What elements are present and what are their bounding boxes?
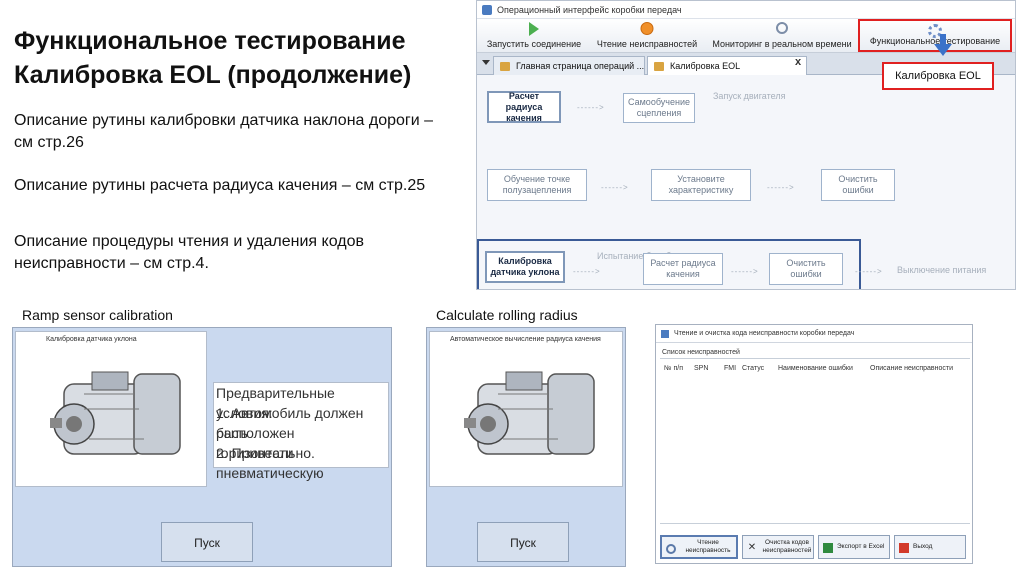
read-faults-action-label: Чтение неисправность bbox=[685, 539, 731, 554]
preconditions-line4: 2. Привести bbox=[216, 445, 294, 461]
radius-caption: Calculate rolling radius bbox=[436, 307, 578, 323]
tab-main-label: Главная страница операций ... bbox=[516, 61, 645, 71]
ramp-panel: Калибровка датчика уклона Предварительны… bbox=[12, 327, 392, 567]
document-icon bbox=[500, 62, 510, 71]
export-excel-button[interactable]: Экспорт в Excel bbox=[818, 535, 890, 559]
fault-title-bar: Чтение и очистка кода неисправности коро… bbox=[656, 325, 972, 343]
exit-icon bbox=[899, 543, 909, 553]
connect-button[interactable]: Запустить соединение bbox=[481, 19, 587, 53]
flow-ramp-calibration[interactable]: Калибровка датчика уклона bbox=[485, 251, 565, 283]
play-icon bbox=[529, 22, 539, 36]
exit-button[interactable]: Выход bbox=[894, 535, 966, 559]
close-tab-icon[interactable]: x bbox=[795, 56, 801, 68]
transmission-image bbox=[50, 371, 181, 455]
tab-main-page[interactable]: Главная страница операций ... bbox=[493, 56, 645, 75]
clear-icon: ✕ bbox=[747, 542, 757, 553]
transmission-image bbox=[464, 371, 595, 455]
stop-icon bbox=[640, 22, 654, 35]
fault-list-label: Список неисправностей bbox=[662, 349, 740, 356]
window-title-bar: Операционный интерфейс коробки передач bbox=[477, 1, 1015, 19]
eol-callout: Калибровка EOL bbox=[882, 62, 994, 90]
column-spn: SPN bbox=[694, 365, 709, 372]
ramp-caption: Ramp sensor calibration bbox=[22, 307, 173, 323]
flow-arrow: ------> bbox=[731, 267, 759, 276]
document-icon bbox=[654, 62, 664, 71]
column-number: № п/п bbox=[664, 365, 683, 372]
flow-rolling-radius-2[interactable]: Расчет радиуса качения bbox=[643, 253, 723, 285]
flow-engine-start: Запуск двигателя bbox=[713, 91, 786, 101]
flow-rolling-radius[interactable]: Расчет радиуса качения bbox=[487, 91, 561, 123]
ramp-subwindow: Калибровка датчика уклона bbox=[15, 331, 207, 487]
ramp-start-button[interactable]: Пуск bbox=[161, 522, 253, 562]
flow-arrow: ------> bbox=[855, 267, 883, 276]
magnifier-icon bbox=[666, 544, 676, 554]
clear-codes-button[interactable]: ✕ Очистка кодов неисправностей bbox=[742, 535, 814, 559]
flow-clear-errors-1[interactable]: Очистить ошибки bbox=[821, 169, 895, 201]
excel-icon bbox=[823, 543, 833, 553]
callout-arrow-stem bbox=[940, 34, 946, 46]
flow-arrow: ------> bbox=[573, 267, 601, 276]
description-faults: Описание процедуры чтения и удаления код… bbox=[14, 233, 364, 272]
radius-subwindow: Автоматическое вычисление радиуса качени… bbox=[429, 331, 623, 487]
column-error-name: Наименование ошибки bbox=[778, 365, 853, 372]
app-icon bbox=[482, 5, 492, 15]
column-description: Описание неисправности bbox=[870, 365, 953, 372]
column-status: Статус bbox=[742, 365, 765, 372]
radius-panel: Автоматическое вычисление радиуса качени… bbox=[426, 327, 626, 567]
flow-clear-errors-2[interactable]: Очистить ошибки bbox=[769, 253, 843, 285]
tab-dropdown-icon[interactable] bbox=[482, 60, 490, 65]
flow-arrow: ------> bbox=[767, 183, 795, 192]
flow-touchpoint-learn[interactable]: Обучение точке полузацепления bbox=[487, 169, 587, 201]
flow-arrow: ------> bbox=[577, 103, 605, 112]
monitoring-button[interactable]: Мониторинг в реальном времени bbox=[707, 19, 857, 53]
ramp-window-title: Калибровка датчика уклона bbox=[46, 336, 137, 343]
read-faults-action-button[interactable]: Чтение неисправность bbox=[660, 535, 738, 559]
slide-title: Функциональное тестирование Калибровка E… bbox=[14, 24, 454, 92]
tab-eol-label: Калибровка EOL bbox=[670, 61, 741, 71]
export-excel-label: Экспорт в Excel bbox=[837, 543, 885, 550]
description-radius: Описание рутины расчета радиуса качения … bbox=[14, 177, 426, 194]
flow-set-characteristic[interactable]: Установите характеристику bbox=[651, 169, 751, 201]
tab-eol-calibration[interactable]: Калибровка EOL bbox=[647, 56, 807, 75]
exit-label: Выход bbox=[913, 543, 933, 550]
divider bbox=[660, 358, 970, 359]
app-icon bbox=[661, 330, 669, 338]
preconditions-line5: пневматическую bbox=[216, 465, 324, 481]
flow-clutch-learn[interactable]: Самообучение сцепления bbox=[623, 93, 695, 123]
column-fmi: FMI bbox=[724, 365, 737, 372]
radius-window-title: Автоматическое вычисление радиуса качени… bbox=[450, 336, 601, 343]
clear-codes-label: Очистка кодов неисправностей bbox=[762, 539, 812, 554]
flow-arrow: ------> bbox=[601, 183, 629, 192]
read-faults-label: Чтение неисправностей bbox=[596, 39, 698, 49]
read-faults-button[interactable]: Чтение неисправностей bbox=[589, 19, 705, 53]
description-ramp: Описание рутины калибровки датчика накло… bbox=[14, 112, 434, 151]
monitoring-label: Мониторинг в реальном времени bbox=[712, 39, 852, 49]
divider bbox=[660, 523, 970, 524]
connect-label: Запустить соединение bbox=[486, 39, 582, 49]
slide-title-line1: Функциональное тестирование bbox=[14, 27, 406, 55]
radius-start-button[interactable]: Пуск bbox=[477, 522, 569, 562]
magnifier-icon bbox=[776, 22, 788, 34]
fault-window-title: Чтение и очистка кода неисправности коро… bbox=[674, 330, 855, 337]
window-title: Операционный интерфейс коробки передач bbox=[497, 5, 682, 15]
fault-window: Чтение и очистка кода неисправности коро… bbox=[655, 324, 973, 564]
flow-power-off: Выключение питания bbox=[897, 265, 987, 275]
slide-title-line2: Калибровка EOL (продолжение) bbox=[14, 61, 412, 89]
